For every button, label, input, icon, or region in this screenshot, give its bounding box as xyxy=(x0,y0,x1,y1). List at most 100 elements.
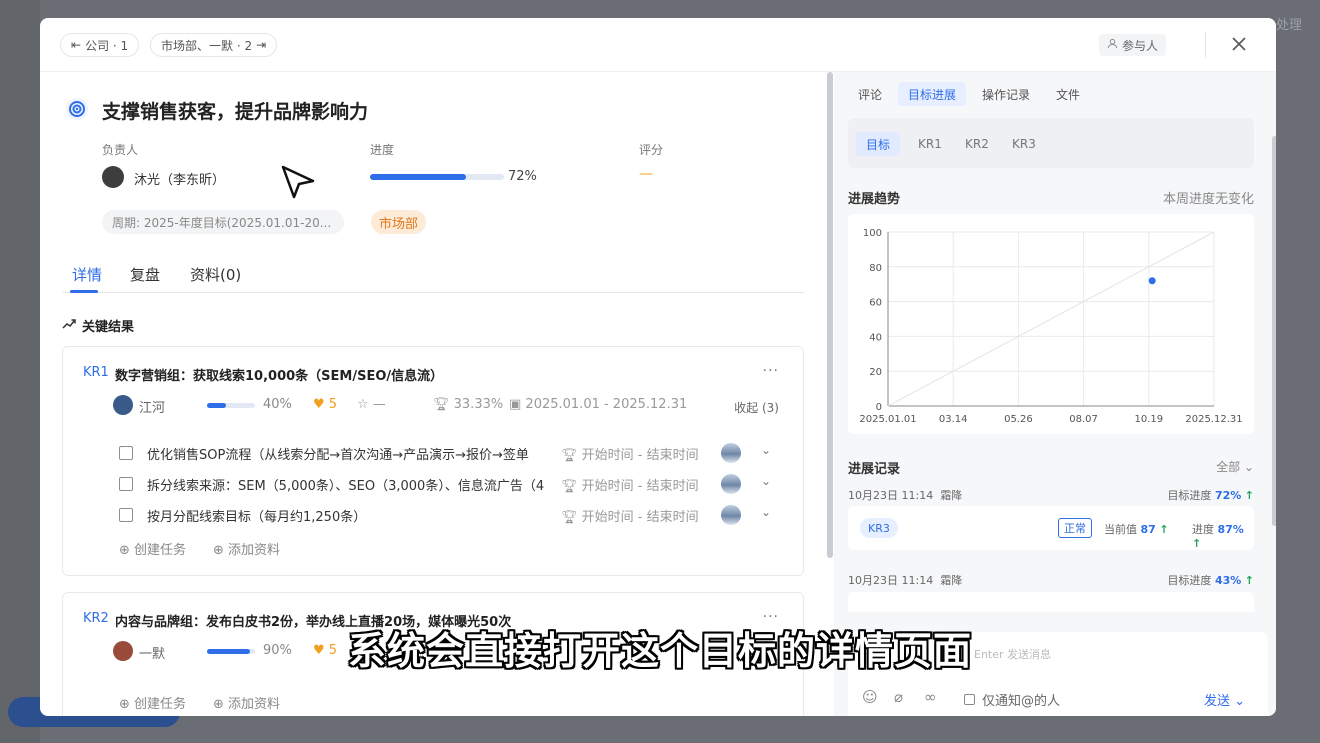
kr-tag: KR1 xyxy=(83,365,109,380)
record-progress-value: 进度 87% ↑ xyxy=(1192,523,1244,550)
objective-progress-bar xyxy=(370,174,504,180)
task-row: 按月分配线索目标（每月约1,250条） 🏆︎ 开始时间 - 结束时间 ⌄ xyxy=(119,505,779,525)
trend-note: 本周进度无变化 xyxy=(1162,192,1254,207)
exit-icon: ⇥ xyxy=(256,38,267,52)
subtab-kr2[interactable]: KR2 xyxy=(955,132,999,156)
owner-avatar[interactable] xyxy=(102,166,124,188)
task-title[interactable]: 拆分线索来源：SEM（5,000条）、SEO（3,000条）、信息流广告（4, xyxy=(147,475,545,494)
close-button[interactable] xyxy=(1224,30,1254,60)
x-tick-label: 2025.01.01 xyxy=(859,414,916,425)
task-checkbox[interactable] xyxy=(119,477,133,491)
tab-materials[interactable]: 资料(0) xyxy=(190,264,241,285)
objective-detail-modal: ⇤ 公司 · 1 市场部、一默 · 2 ⇥ 参与人 支撑销售获客，提升品牌影响力… xyxy=(40,18,1276,716)
left-scrollbar[interactable] xyxy=(827,72,833,558)
link-icon[interactable]: ∞ xyxy=(924,688,937,706)
emoji-icon[interactable]: ☺ xyxy=(862,688,878,706)
add-material-button[interactable]: ⊕ 添加资料 xyxy=(213,539,280,558)
video-subtitle: 系统会直接打开这个目标的详情页面 xyxy=(347,629,972,673)
avatar[interactable] xyxy=(721,474,741,494)
owner-name[interactable]: 沐光（李东昕） xyxy=(134,169,225,188)
kr-progress-bar xyxy=(207,403,255,408)
enter-icon: ⇤ xyxy=(71,38,82,52)
participants-button[interactable]: 参与人 xyxy=(1098,34,1166,56)
status-badge: 正常 xyxy=(1058,518,1092,538)
task-checkbox[interactable] xyxy=(119,446,133,460)
subtab-goal[interactable]: 目标 xyxy=(856,132,901,156)
kr-card: KR1 数字营销组：获取线索10,000条（SEM/SEO/信息流） ··· 江… xyxy=(62,346,804,576)
trophy-icon: 🏆︎ 33.33% xyxy=(433,397,504,412)
add-material-button[interactable]: ⊕ 添加资料 xyxy=(213,693,280,712)
y-tick-label: 40 xyxy=(869,332,882,343)
task-checkbox[interactable] xyxy=(119,508,133,522)
tab-review[interactable]: 复盘 xyxy=(130,264,160,285)
create-task-button[interactable]: ⊕ 创建任务 xyxy=(119,693,186,712)
record-goal-progress: 目标进度 43% ↑ xyxy=(1167,574,1254,587)
record-card: KR3 正常 当前值 87 ↑ 进度 87% ↑ xyxy=(848,506,1254,550)
tab-operation-log[interactable]: 操作记录 xyxy=(972,82,1040,106)
record-goal-progress: 目标进度 72% ↑ xyxy=(1167,489,1254,502)
chevron-down-icon[interactable]: ⌄ xyxy=(761,505,771,519)
subtab-kr1[interactable]: KR1 xyxy=(908,132,952,156)
record-kr-chip[interactable]: KR3 xyxy=(860,518,898,538)
background-action: 处理 xyxy=(1276,18,1303,33)
department-crumb[interactable]: 市场部、一默 · 2 ⇥ xyxy=(150,33,278,57)
task-time[interactable]: 🏆︎ 开始时间 - 结束时间 xyxy=(561,475,699,494)
x-tick-label: 10.19 xyxy=(1134,414,1163,425)
department-chip[interactable]: 市场部 xyxy=(371,210,427,234)
trend-chart-svg: 0 20 40 60 80 100 2025.01.01 03.14 05.26 08.07 10.… xyxy=(859,228,1242,425)
x-tick-label: 08.07 xyxy=(1069,414,1098,425)
task-row: 优化销售SOP流程（从线索分配→首次沟通→产品演示→报价→签单 🏆︎ 开始时间 … xyxy=(119,443,779,463)
send-button[interactable]: 发送 ⌄ xyxy=(1204,690,1245,709)
notify-checkbox[interactable] xyxy=(964,694,975,705)
tab-goal-progress[interactable]: 目标进展 xyxy=(898,82,967,106)
header-divider xyxy=(1205,32,1206,58)
avatar[interactable] xyxy=(721,505,741,525)
task-title[interactable]: 按月分配线索目标（每月约1,250条） xyxy=(147,506,545,525)
heart-icon[interactable]: ♥ 5 xyxy=(313,397,337,412)
calendar-icon[interactable]: ▣ 2025.01.01 - 2025.12.31 xyxy=(509,397,687,412)
modal-header: ⇤ 公司 · 1 市场部、一默 · 2 ⇥ 参与人 xyxy=(40,18,1276,72)
x-tick-label: 2025.12.31 xyxy=(1185,414,1242,425)
trend-chart: 0 20 40 60 80 100 2025.01.01 03.14 05.26 08.07 10.… xyxy=(848,214,1254,434)
arrow-up-icon: ↑ xyxy=(1244,574,1254,587)
star-icon[interactable]: ☆ — xyxy=(357,397,386,412)
kr-progress-fill xyxy=(207,403,227,408)
score-label: 评分 xyxy=(639,143,664,157)
subtab-kr3[interactable]: KR3 xyxy=(1002,132,1046,156)
attachment-icon[interactable]: ⌀ xyxy=(894,688,903,706)
person-icon xyxy=(1107,38,1118,52)
avatar[interactable] xyxy=(721,443,741,463)
owner-label: 负责人 xyxy=(102,143,139,157)
tab-files[interactable]: 文件 xyxy=(1046,82,1090,106)
score-value[interactable]: — xyxy=(639,166,653,182)
task-time[interactable]: 🏆︎ 开始时间 - 结束时间 xyxy=(561,506,699,525)
avatar[interactable] xyxy=(113,395,133,415)
kr-owner[interactable]: 江河 xyxy=(139,397,165,416)
objective-progress-fill xyxy=(370,174,467,180)
y-tick-label: 100 xyxy=(863,228,882,239)
key-results-heading: 关键结果 xyxy=(62,316,134,335)
records-filter[interactable]: 全部 ⌄ xyxy=(1216,458,1254,475)
close-icon xyxy=(1231,33,1247,58)
x-tick-label: 05.26 xyxy=(1004,414,1033,425)
mouse-cursor-icon xyxy=(280,164,316,204)
record-card xyxy=(848,592,1254,612)
create-task-button[interactable]: ⊕ 创建任务 xyxy=(119,539,186,558)
task-time[interactable]: 🏆︎ 开始时间 - 结束时间 xyxy=(561,444,699,463)
right-scrollbar[interactable] xyxy=(1272,136,1276,526)
chevron-down-icon[interactable]: ⌄ xyxy=(761,443,771,457)
tab-detail[interactable]: 详情 xyxy=(72,264,102,285)
chevron-down-icon[interactable]: ⌄ xyxy=(761,474,771,488)
collapse-button[interactable]: 收起 (3) xyxy=(734,399,779,416)
active-tab-indicator xyxy=(70,290,98,293)
tab-comments[interactable]: 评论 xyxy=(848,82,892,106)
task-title[interactable]: 优化销售SOP流程（从线索分配→首次沟通→产品演示→报价→签单 xyxy=(147,444,545,463)
more-icon[interactable]: ··· xyxy=(763,363,779,379)
company-crumb[interactable]: ⇤ 公司 · 1 xyxy=(60,33,140,57)
task-row: 拆分线索来源：SEM（5,000条）、SEO（3,000条）、信息流广告（4, … xyxy=(119,474,779,494)
period-chip[interactable]: 周期: 2025-年度目标(2025.01.01-20... xyxy=(102,210,344,234)
arrow-up-icon: ↑ xyxy=(1159,523,1169,536)
kr-title[interactable]: 数字营销组：获取线索10,000条（SEM/SEO/信息流） xyxy=(115,365,443,384)
detail-tabs: 详情 复盘 资料(0) xyxy=(62,260,804,293)
kr-progress-value: 40% xyxy=(263,397,292,412)
